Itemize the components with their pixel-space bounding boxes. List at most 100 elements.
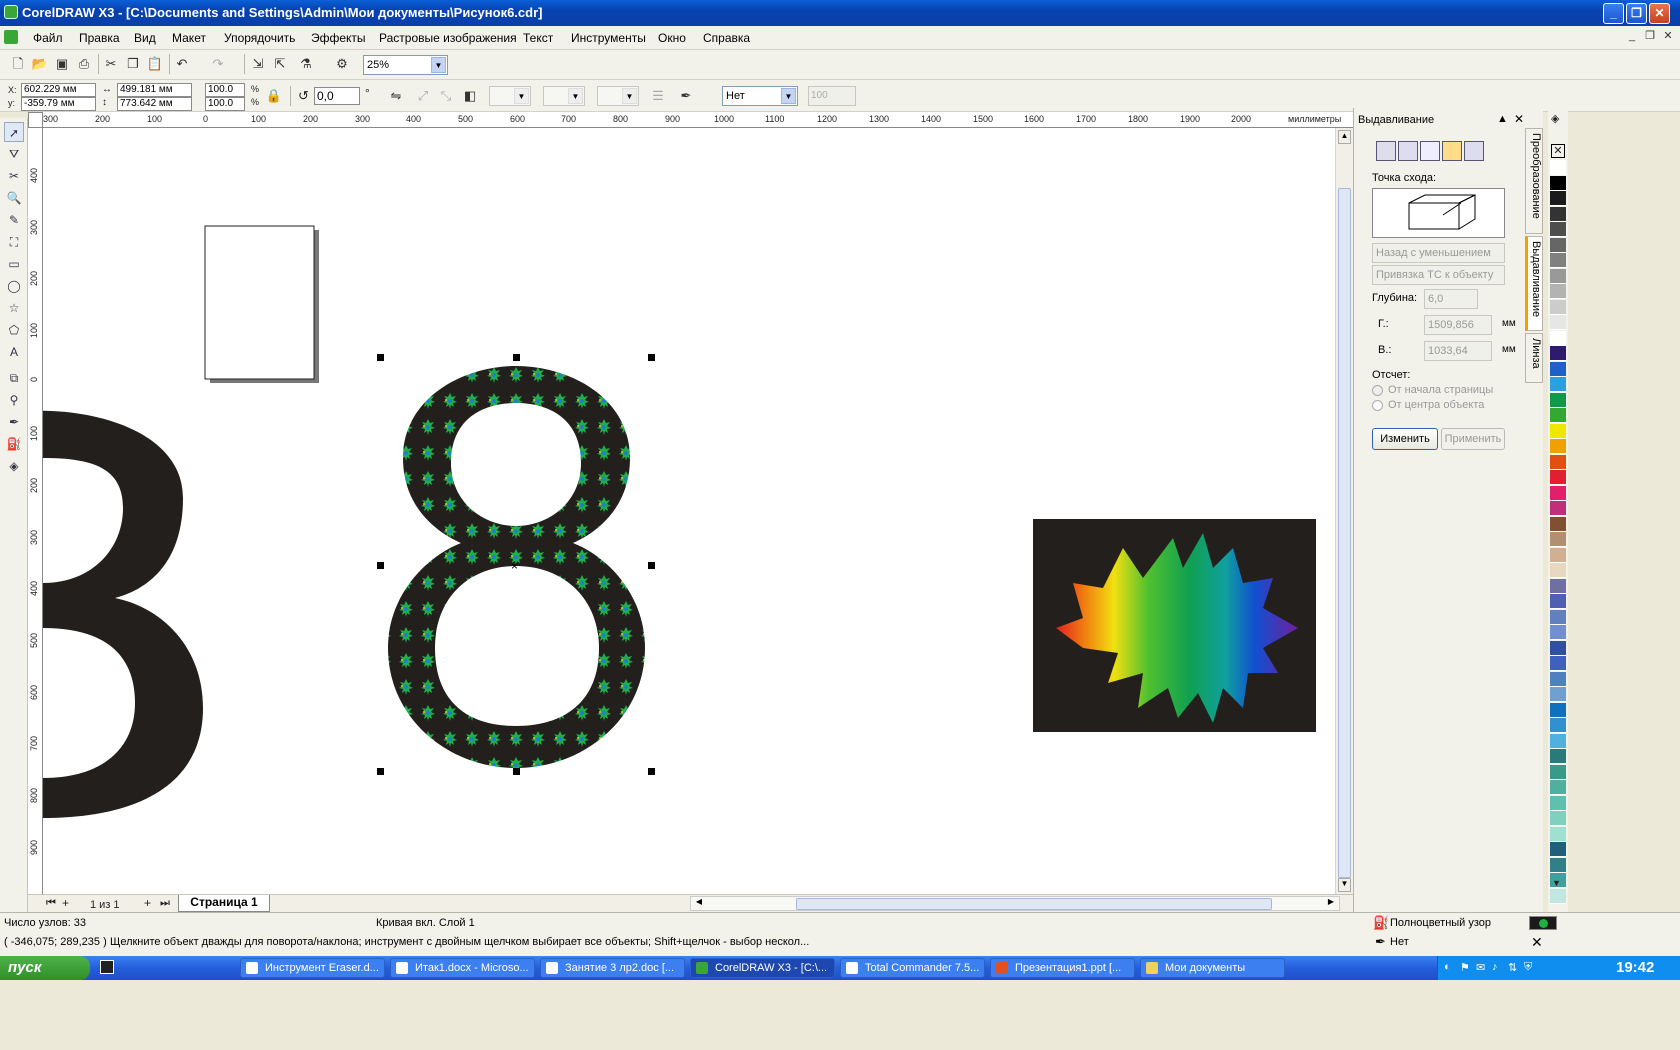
export-icon[interactable]: ⇱	[270, 54, 290, 74]
rotation-angle-field[interactable]: 0,0	[314, 87, 360, 105]
menu-bitmaps[interactable]: Растровые изображения	[379, 31, 517, 45]
smart-fill-tool-icon[interactable]: ⛶	[4, 232, 24, 252]
task-presentation-ppt[interactable]: Презентация1.ppt [...	[990, 958, 1135, 978]
chevron-down-icon[interactable]: ▼	[514, 88, 529, 104]
text-tool-icon[interactable]: A	[4, 342, 24, 362]
color-swatch[interactable]	[1550, 811, 1566, 826]
convert-to-curves-icon[interactable]: ◧	[460, 86, 480, 106]
welcome-screen-icon[interactable]: ⚙	[332, 54, 352, 74]
tab-page-1[interactable]: Страница 1	[178, 895, 270, 912]
drawing-svg[interactable]: ×	[43, 128, 1335, 894]
fill-tool-icon[interactable]: ⛽	[4, 434, 24, 454]
add-page-before-icon[interactable]: +	[62, 896, 69, 910]
open-icon[interactable]: 📂	[30, 54, 50, 74]
shape-tool-icon[interactable]: ⛛	[4, 144, 24, 164]
eyedropper-tool-icon[interactable]: ⚲	[4, 390, 24, 410]
vanishing-lock-dropdown[interactable]: Привязка ТС к объекту	[1372, 265, 1505, 285]
color-swatch[interactable]	[1550, 299, 1566, 315]
no-color-icon[interactable]: ✕	[1551, 144, 1565, 158]
add-page-after-icon[interactable]: +	[144, 896, 151, 910]
color-swatch[interactable]	[1550, 516, 1566, 532]
interactive-blend-tool-icon[interactable]: ⧉	[4, 368, 24, 388]
task-my-documents[interactable]: Мои документы	[1140, 958, 1285, 978]
close-button[interactable]: ✕	[1649, 3, 1670, 24]
tray-volume-icon[interactable]: ♪	[1492, 961, 1498, 973]
y-position-field[interactable]: -359.79 мм	[21, 97, 96, 111]
wrap-text-icon[interactable]: ☰	[648, 86, 668, 106]
task-total-commander[interactable]: Total Commander 7.5...	[840, 958, 985, 978]
horizontal-scroll-thumb[interactable]	[796, 898, 1272, 910]
line-style-dropdown[interactable]: ▼	[543, 86, 585, 106]
extrude-color-icon[interactable]	[1442, 141, 1462, 161]
color-swatch[interactable]	[1550, 222, 1566, 237]
basic-shapes-tool-icon[interactable]: ⬠	[4, 320, 24, 340]
ruler-origin[interactable]	[28, 112, 43, 128]
color-swatch[interactable]	[1550, 330, 1566, 346]
tray-update-icon[interactable]: ⛨	[1524, 961, 1532, 974]
application-launcher-icon[interactable]: ⚗	[296, 54, 316, 74]
x-position-field[interactable]: 602.229 мм	[21, 83, 96, 97]
task-zanyatie-doc[interactable]: Занятие 3 лр2.doc [...	[540, 958, 685, 978]
paste-icon[interactable]: 📋	[145, 54, 165, 74]
end-arrow-dropdown[interactable]: ▼	[597, 86, 639, 106]
line-node-icon[interactable]: ⤡	[436, 86, 456, 106]
doc-minimize-button[interactable]: _	[1625, 30, 1639, 44]
scroll-left-icon[interactable]: ◀	[693, 897, 705, 910]
horizontal-ruler[interactable]: 300 200 100 0 100 200 300 400 500 600 70…	[43, 112, 1353, 128]
color-swatch[interactable]	[1550, 485, 1566, 501]
digit-3-shape[interactable]	[43, 410, 203, 818]
tab-lens[interactable]: Линза	[1525, 333, 1543, 383]
menu-help[interactable]: Справка	[703, 31, 750, 45]
mirror-icon[interactable]: ⇋	[386, 86, 406, 106]
color-swatch[interactable]	[1550, 346, 1566, 361]
outline-tool-icon[interactable]: ✒	[4, 412, 24, 432]
import-icon[interactable]: ⇲	[248, 54, 268, 74]
tab-extrude[interactable]: Выдавливание	[1525, 236, 1543, 331]
pick-tool-icon[interactable]: ➚	[4, 122, 24, 142]
document-icon[interactable]	[4, 30, 18, 44]
color-swatch[interactable]	[1550, 609, 1566, 625]
color-swatch[interactable]	[1550, 687, 1566, 702]
palette-scroll-down-icon[interactable]: ▼	[1552, 878, 1561, 888]
color-swatch[interactable]	[1550, 284, 1566, 299]
tray-language-icon[interactable]: ✉	[1476, 961, 1485, 974]
extrude-preview[interactable]	[1372, 188, 1505, 238]
clock[interactable]: 19:42	[1616, 959, 1654, 976]
color-swatch[interactable]	[1550, 594, 1566, 609]
color-swatch[interactable]	[1550, 532, 1566, 547]
extrude-bevel-icon[interactable]	[1464, 141, 1484, 161]
polygon-tool-icon[interactable]: ☆	[4, 298, 24, 318]
horizontal-scrollbar[interactable]: ◀ ▶	[690, 896, 1340, 911]
scale-y-field[interactable]: 100.0	[205, 97, 245, 111]
page-rectangle[interactable]	[204, 225, 315, 380]
color-swatch[interactable]	[1550, 842, 1566, 857]
color-swatch[interactable]	[1550, 795, 1566, 811]
color-swatch[interactable]	[1550, 826, 1566, 842]
tray-safely-remove-icon[interactable]: ⇅	[1508, 961, 1517, 974]
color-swatch[interactable]	[1550, 206, 1566, 222]
lock-ratio-icon[interactable]: 🔒	[264, 86, 284, 106]
menu-file[interactable]: Файл	[33, 31, 63, 45]
color-swatch[interactable]	[1550, 377, 1566, 392]
menu-layout[interactable]: Макет	[172, 31, 206, 45]
edit-button[interactable]: Изменить	[1372, 428, 1438, 450]
doc-restore-button[interactable]: ❐	[1643, 30, 1657, 44]
depth-field[interactable]: 6,0	[1424, 289, 1478, 309]
color-swatch[interactable]	[1550, 191, 1566, 206]
color-swatch[interactable]	[1550, 361, 1566, 377]
first-page-icon[interactable]: ⏮	[46, 897, 56, 910]
collapse-icon[interactable]: ▲	[1497, 113, 1508, 125]
chevron-down-icon[interactable]: ▼	[781, 88, 796, 104]
color-swatch[interactable]	[1550, 175, 1566, 191]
color-swatch[interactable]	[1550, 749, 1566, 764]
color-swatch[interactable]	[1550, 857, 1566, 873]
freehand-tool-icon[interactable]: ✎	[4, 210, 24, 230]
center-marker[interactable]: ×	[511, 559, 518, 573]
undo-icon[interactable]: ↶	[172, 54, 192, 74]
color-swatch[interactable]	[1550, 671, 1566, 687]
minimize-button[interactable]: _	[1603, 3, 1624, 24]
scale-x-field[interactable]: 100.0	[205, 83, 245, 97]
color-swatch[interactable]	[1550, 268, 1566, 284]
radio-page-origin[interactable]	[1372, 385, 1383, 396]
docker-close-icon[interactable]: ✕	[1514, 112, 1524, 126]
